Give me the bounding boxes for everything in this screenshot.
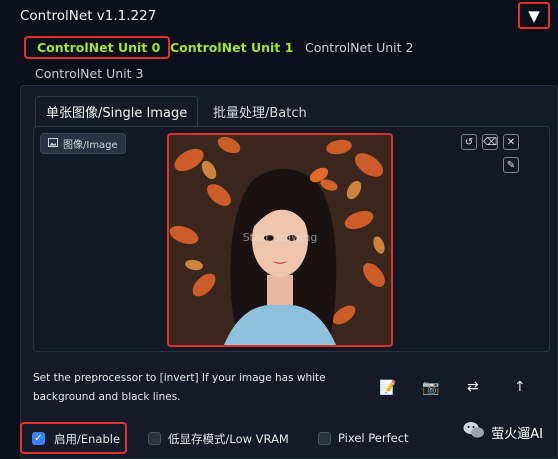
- clear-button[interactable]: ✕: [503, 134, 519, 150]
- low-vram-checkbox[interactable]: [148, 432, 161, 445]
- pixel-perfect-label: Pixel Perfect: [338, 431, 409, 445]
- enable-checkbox[interactable]: ✓: [32, 432, 45, 445]
- brush-button[interactable]: ✎: [503, 157, 519, 173]
- start-drawing-overlay: Start drawing: [242, 231, 318, 244]
- image-icon: [48, 137, 58, 150]
- brush-icon: ✎: [506, 159, 516, 171]
- swap-arrows-icon[interactable]: ⇄: [467, 379, 479, 395]
- low-vram-label: 低显存模式/Low VRAM: [168, 432, 289, 446]
- close-icon: ✕: [506, 136, 516, 148]
- tab-batch[interactable]: 批量处理/Batch: [213, 102, 307, 121]
- pixel-perfect-checkbox[interactable]: [318, 432, 331, 445]
- eraser-icon: ⌫: [482, 136, 498, 148]
- tab-controlnet-unit-1[interactable]: ControlNet Unit 1: [170, 40, 293, 55]
- enable-checkbox-group[interactable]: ✓ 启用/Enable: [20, 422, 127, 454]
- triangle-down-icon: ▼: [528, 6, 540, 25]
- enable-label: 启用/Enable: [54, 432, 121, 446]
- tab-controlnet-unit-3[interactable]: ControlNet Unit 3: [35, 66, 143, 81]
- wechat-icon: [463, 421, 485, 443]
- tab-single-image[interactable]: 单张图像/Single Image: [35, 96, 199, 129]
- undo-button[interactable]: ↺: [461, 134, 477, 150]
- tab-controlnet-unit-0[interactable]: ControlNet Unit 0: [24, 36, 171, 59]
- panel-title: ControlNet v1.1.227: [20, 8, 157, 24]
- unit-panel: 单张图像/Single Image 批量处理/Batch 图像/Image St…: [20, 85, 558, 459]
- eraser-button[interactable]: ⌫: [482, 134, 498, 150]
- uploaded-image[interactable]: Start drawing: [167, 133, 393, 347]
- new-canvas-icon[interactable]: 📝: [379, 380, 396, 396]
- collapse-toggle-button[interactable]: ▼: [518, 2, 550, 29]
- controlnet-header[interactable]: ControlNet v1.1.227 ▼: [0, 0, 558, 34]
- tab-controlnet-unit-2[interactable]: ControlNet Unit 2: [305, 40, 413, 55]
- send-dimensions-icon[interactable]: ↑: [514, 379, 526, 395]
- undo-icon: ↺: [464, 136, 474, 148]
- image-label-text: 图像/Image: [63, 140, 118, 151]
- image-input-area[interactable]: 图像/Image Start drawing ↺ ⌫ ✕ ✎: [33, 126, 550, 352]
- watermark: 萤火遛AI: [463, 421, 543, 443]
- camera-icon[interactable]: 📷: [422, 380, 439, 396]
- preprocessor-hint: Set the preprocessor to [invert] If your…: [33, 372, 326, 403]
- watermark-text: 萤火遛AI: [491, 426, 543, 442]
- image-input-label: 图像/Image: [40, 133, 126, 154]
